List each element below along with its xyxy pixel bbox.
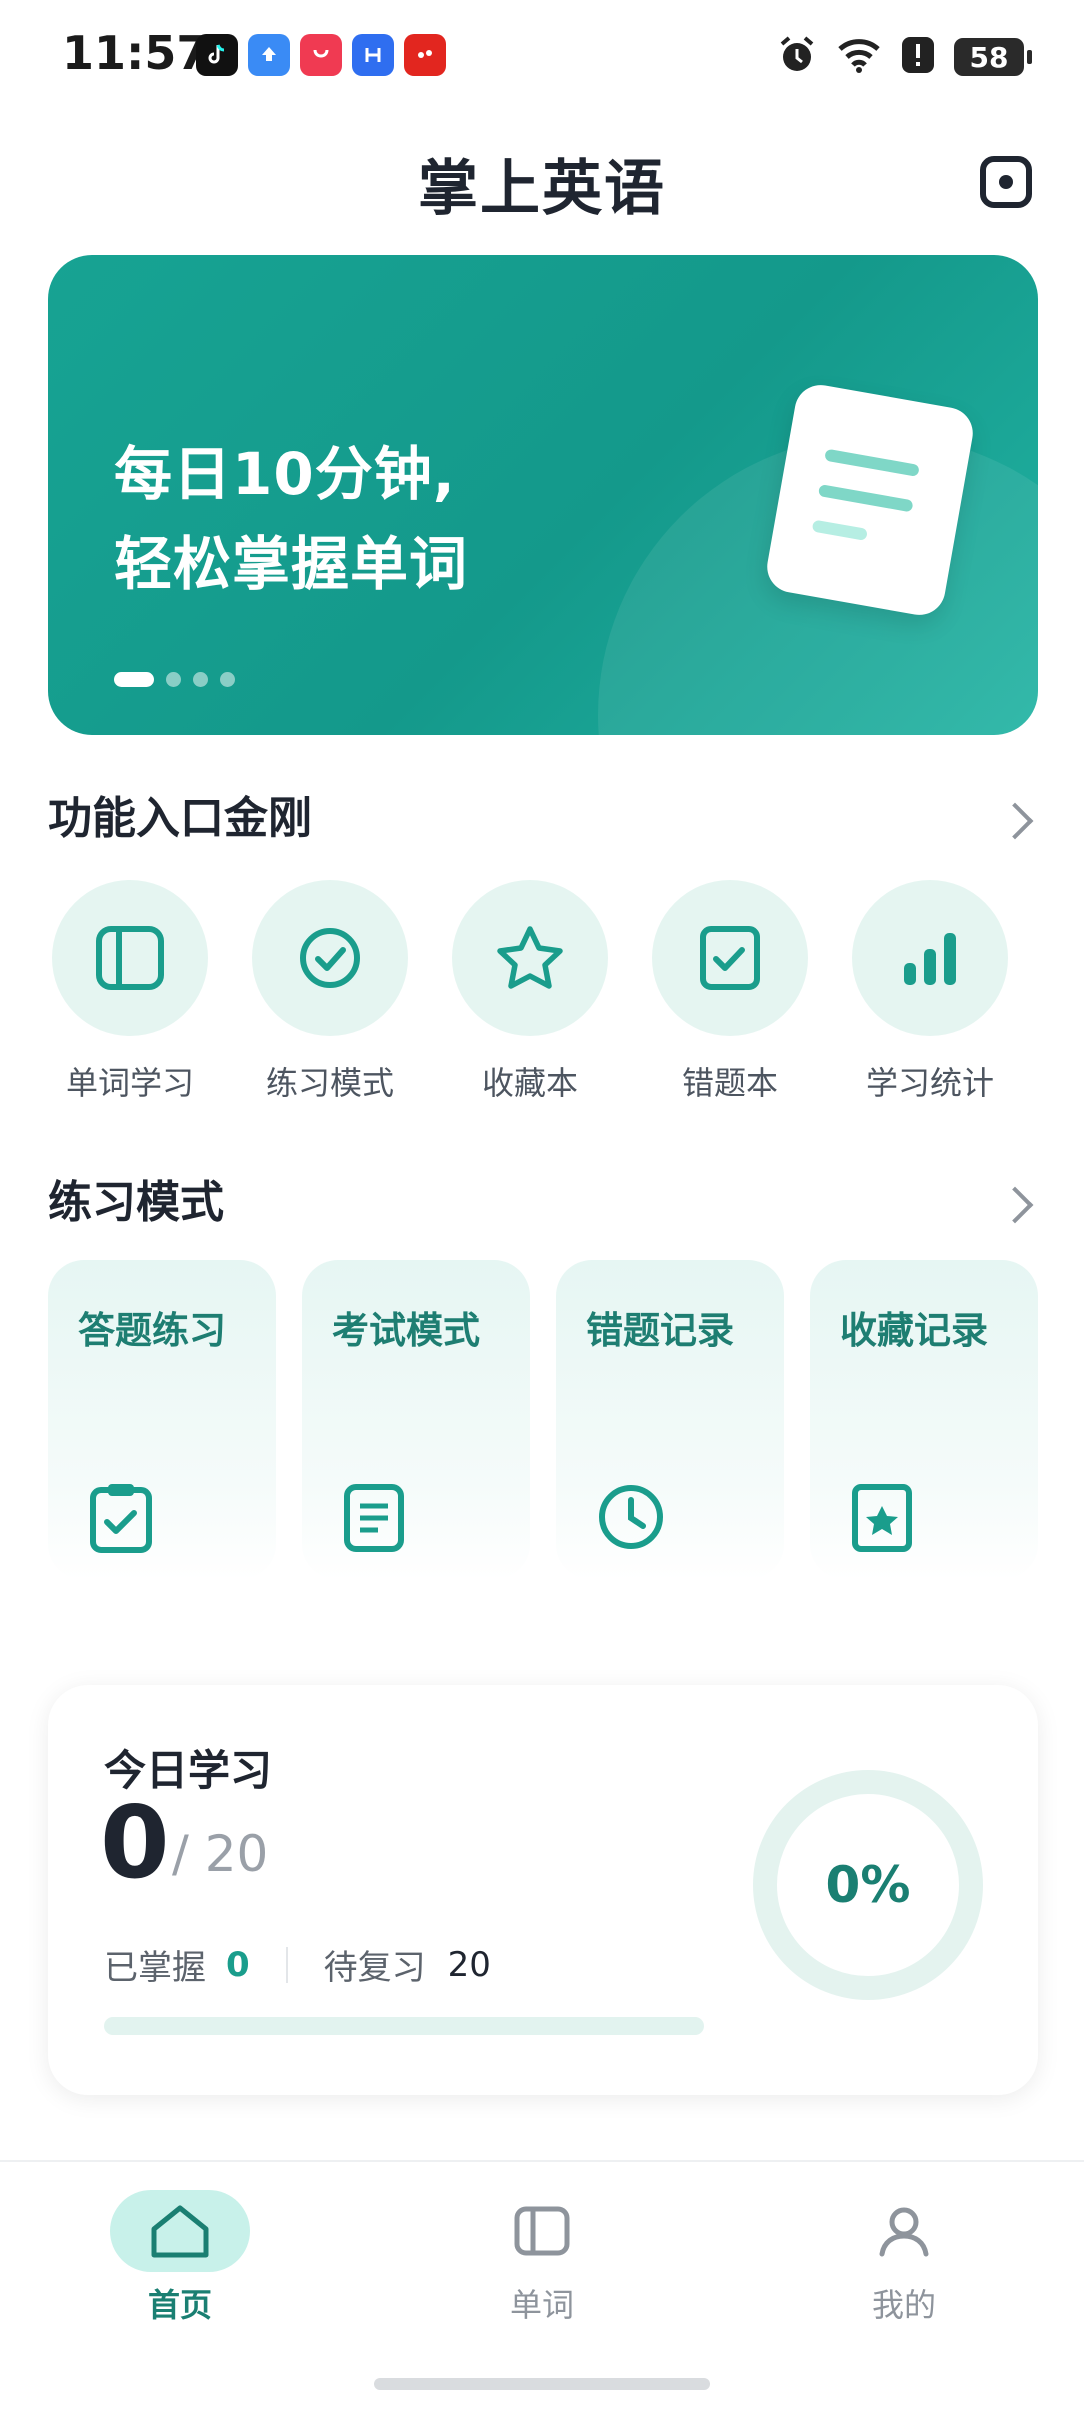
progress-bar [104,2017,704,2035]
system-status: 58 [776,34,1032,80]
chevron-right-icon[interactable] [996,1186,1034,1224]
entry-statistics[interactable]: 学习统计 [830,880,1030,1104]
nav-home[interactable]: 首页 [80,2190,280,2326]
entry-practice-mode[interactable]: 练习模式 [230,880,430,1104]
entry-mistakes[interactable]: 错题本 [630,880,830,1104]
entry-label: 学习统计 [865,1064,994,1102]
home-icon [110,2190,250,2272]
home-indicator[interactable] [374,2378,710,2390]
nav-label: 首页 [147,2286,212,2324]
entry-label: 单词学习 [65,1064,194,1102]
tiktok-icon [196,34,238,76]
banner-pagination[interactable] [114,672,235,687]
pagination-dot[interactable] [193,672,208,687]
pagination-dot[interactable] [220,672,235,687]
practice-card-title: 错题记录 [586,1309,734,1352]
hn-app-icon [352,34,394,76]
quick-entries-title: 功能入口金刚 [48,793,312,844]
red-app-icon [404,34,446,76]
document-icon [342,1482,406,1558]
progress-percent: 0% [825,1856,911,1914]
status-bar: 11:57 58 [0,0,1084,110]
alarm-icon [776,34,818,80]
entry-label: 练习模式 [265,1064,394,1102]
mastered-label: 已掌握 [104,1948,206,1988]
practice-card-title: 收藏记录 [840,1309,988,1352]
practice-card-title: 考试模式 [332,1309,480,1352]
entry-label: 错题本 [681,1064,778,1102]
study-stats: 已掌握 0 待复习 20 [104,1940,491,1989]
promo-banner[interactable]: 每日10分钟, 轻松掌握单词 [48,255,1038,735]
bar-chart-icon [852,880,1008,1036]
battery-level: 58 [969,40,1009,74]
status-time: 11:57 [62,26,209,80]
entry-label: 收藏本 [481,1064,578,1102]
scan-icon [999,175,1013,189]
pagination-dot-active[interactable] [114,672,154,687]
book-icon [52,880,208,1036]
check-square-icon [652,880,808,1036]
clock-icon [596,1482,666,1556]
star-card-icon [850,1482,914,1558]
notification-icons [196,34,446,76]
wifi-icon [836,35,882,79]
nav-profile[interactable]: 我的 [804,2190,1004,2326]
practice-card-title: 答题练习 [78,1309,226,1352]
mastered-value: 0 [226,1944,250,1985]
practice-card-quiz[interactable]: 答题练习 [48,1260,276,1580]
nav-label: 单词 [509,2286,574,2324]
practice-card-exam[interactable]: 考试模式 [302,1260,530,1580]
chevron-right-icon[interactable] [996,802,1034,840]
user-icon [834,2190,974,2272]
banner-line-1: 每日10分钟, [114,440,456,508]
book-icon [472,2190,612,2272]
review-value: 20 [447,1944,491,1985]
practice-section-title: 练习模式 [48,1177,224,1228]
star-icon [452,880,608,1036]
review-label: 待复习 [323,1948,426,1988]
clipboard-check-icon [88,1482,154,1558]
nav-words[interactable]: 单词 [442,2190,642,2326]
progress-ring: 0% [748,1765,988,2005]
learned-count: 0 [100,1784,170,1901]
scan-button[interactable] [980,156,1032,208]
practice-card-mistake-records[interactable]: 错题记录 [556,1260,784,1580]
document-illustration-icon [763,380,977,620]
stats-divider [285,1946,288,1983]
pagination-dot[interactable] [166,672,181,687]
nav-label: 我的 [871,2286,936,2324]
upload-icon [248,34,290,76]
entry-favorites[interactable]: 收藏本 [430,880,630,1104]
check-circle-icon [252,880,408,1036]
battery-icon: 58 [954,38,1032,76]
alert-icon [900,35,936,79]
today-study-card[interactable]: 今日学习 0 / 20 已掌握 0 待复习 20 0% [48,1685,1038,2095]
practice-card-favorite-records[interactable]: 收藏记录 [810,1260,1038,1580]
banner-line-2: 轻松掌握单词 [114,530,469,598]
entry-word-study[interactable]: 单词学习 [30,880,230,1104]
app-gallery-icon [300,34,342,76]
bottom-navigation: 首页 单词 我的 [0,2160,1084,2414]
page-title: 掌上英语 [418,154,666,224]
total-count: / 20 [172,1825,269,1883]
